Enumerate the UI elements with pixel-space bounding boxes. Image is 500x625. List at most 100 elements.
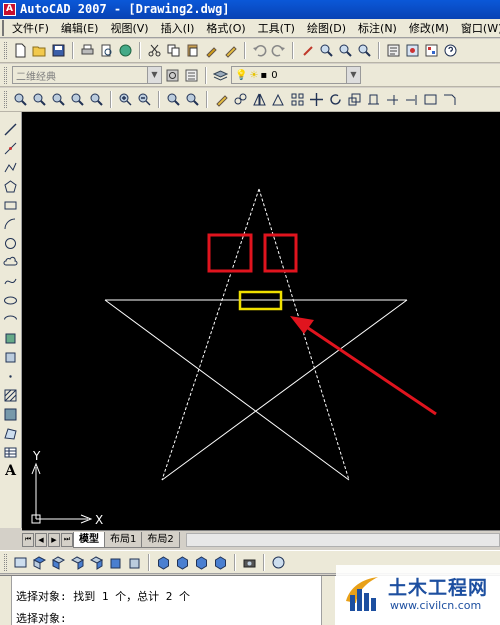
zoom-dynamic-icon[interactable] bbox=[31, 91, 48, 108]
menu-window[interactable]: 窗口(W) bbox=[455, 20, 500, 36]
print-icon[interactable] bbox=[79, 42, 96, 59]
make-block-icon[interactable] bbox=[2, 348, 20, 366]
circle-icon[interactable] bbox=[2, 234, 20, 252]
menu-tools[interactable]: 工具(T) bbox=[252, 20, 301, 36]
layer-properties-icon[interactable] bbox=[212, 67, 229, 84]
copy-object-icon[interactable] bbox=[232, 91, 249, 108]
left-view-icon[interactable] bbox=[69, 554, 86, 571]
bottom-view-icon[interactable] bbox=[50, 554, 67, 571]
array-icon[interactable] bbox=[289, 91, 306, 108]
zoom-extents-icon[interactable] bbox=[184, 91, 201, 108]
spline-icon[interactable] bbox=[2, 272, 20, 290]
toolbar-grip[interactable] bbox=[4, 66, 7, 84]
toolbar-grip[interactable] bbox=[4, 553, 7, 571]
horizontal-scrollbar[interactable] bbox=[185, 532, 500, 547]
redo-icon[interactable] bbox=[270, 42, 287, 59]
toolbar-grip[interactable] bbox=[4, 42, 7, 59]
star-left-to-bottom-right-line[interactable] bbox=[104, 299, 350, 481]
front-view-icon[interactable] bbox=[107, 554, 124, 571]
preview-icon[interactable] bbox=[98, 42, 115, 59]
rotate-icon[interactable] bbox=[327, 91, 344, 108]
last-tab-icon[interactable]: ⏭ bbox=[61, 532, 73, 547]
right-view-icon[interactable] bbox=[88, 554, 105, 571]
save-icon[interactable] bbox=[50, 42, 67, 59]
trim-icon[interactable] bbox=[384, 91, 401, 108]
zoom-realtime-icon[interactable] bbox=[318, 42, 335, 59]
gradient-icon[interactable] bbox=[2, 405, 20, 423]
chevron-down-icon[interactable]: ▼ bbox=[147, 67, 161, 83]
publish-icon[interactable] bbox=[117, 42, 134, 59]
layer-combo[interactable]: 💡 ☀ ▪ 0 ▼ bbox=[231, 66, 361, 84]
workspace-list-icon[interactable] bbox=[183, 67, 200, 84]
break-icon[interactable] bbox=[422, 91, 439, 108]
menu-format[interactable]: 格式(O) bbox=[200, 20, 251, 36]
chamfer-icon[interactable] bbox=[441, 91, 458, 108]
undo-icon[interactable] bbox=[251, 42, 268, 59]
zoom-object-icon[interactable] bbox=[88, 91, 105, 108]
command-vertical-scrollbar[interactable] bbox=[321, 576, 335, 625]
zoom-window-icon[interactable] bbox=[337, 42, 354, 59]
globe-icon[interactable] bbox=[270, 554, 287, 571]
offset-icon[interactable] bbox=[270, 91, 287, 108]
polyline-icon[interactable] bbox=[2, 158, 20, 176]
tab-model[interactable]: 模型 bbox=[73, 531, 105, 548]
help-icon[interactable] bbox=[442, 42, 459, 59]
workspace-settings-icon[interactable] bbox=[164, 67, 181, 84]
design-center-icon[interactable] bbox=[404, 42, 421, 59]
star-top-to-bottom-right-line[interactable] bbox=[258, 188, 350, 481]
rectangle-icon[interactable] bbox=[2, 196, 20, 214]
menu-insert[interactable]: 插入(I) bbox=[155, 20, 201, 36]
insert-block-icon[interactable] bbox=[2, 329, 20, 347]
mirror-icon[interactable] bbox=[251, 91, 268, 108]
tab-layout2[interactable]: 布局2 bbox=[141, 531, 180, 548]
open-icon[interactable] bbox=[31, 42, 48, 59]
table-icon[interactable] bbox=[2, 443, 20, 461]
paste-icon[interactable] bbox=[184, 42, 201, 59]
zoom-window-icon[interactable] bbox=[12, 91, 29, 108]
named-views-icon[interactable] bbox=[12, 554, 29, 571]
chevron-down-icon[interactable]: ▼ bbox=[346, 67, 360, 83]
menu-edit[interactable]: 编辑(E) bbox=[55, 20, 105, 36]
command-prompt[interactable]: 选择对象: bbox=[16, 610, 67, 625]
pan-icon[interactable] bbox=[299, 42, 316, 59]
tab-layout1[interactable]: 布局1 bbox=[104, 531, 143, 548]
zoom-out-icon[interactable] bbox=[136, 91, 153, 108]
ne-isometric-icon[interactable] bbox=[193, 554, 210, 571]
next-tab-icon[interactable]: ▶ bbox=[48, 532, 60, 547]
menu-modify[interactable]: 修改(M) bbox=[403, 20, 455, 36]
stretch-icon[interactable] bbox=[365, 91, 382, 108]
cut-icon[interactable] bbox=[146, 42, 163, 59]
zoom-previous-icon[interactable] bbox=[356, 42, 373, 59]
zoom-all-icon[interactable] bbox=[165, 91, 182, 108]
construction-line-icon[interactable] bbox=[2, 139, 20, 157]
line-icon[interactable] bbox=[2, 120, 20, 138]
extend-icon[interactable] bbox=[403, 91, 420, 108]
menu-file[interactable]: 文件(F) bbox=[6, 20, 55, 36]
polygon-icon[interactable] bbox=[2, 177, 20, 195]
hatch-icon[interactable] bbox=[2, 386, 20, 404]
star-top-to-bottom-left-line[interactable] bbox=[161, 188, 260, 481]
se-isometric-icon[interactable] bbox=[174, 554, 191, 571]
first-tab-icon[interactable]: ⏮ bbox=[22, 532, 34, 547]
copy-icon[interactable] bbox=[165, 42, 182, 59]
tool-palettes-icon[interactable] bbox=[423, 42, 440, 59]
workspace-combo[interactable]: 二维经典 ▼ bbox=[12, 66, 162, 84]
nw-isometric-icon[interactable] bbox=[212, 554, 229, 571]
zoom-center-icon[interactable] bbox=[69, 91, 86, 108]
command-window-grip[interactable] bbox=[0, 576, 12, 625]
sw-isometric-icon[interactable] bbox=[155, 554, 172, 571]
scale-icon[interactable] bbox=[346, 91, 363, 108]
autocad-app-icon[interactable]: A bbox=[3, 3, 16, 16]
new-icon[interactable] bbox=[12, 42, 29, 59]
ellipse-arc-icon[interactable] bbox=[2, 310, 20, 328]
star-right-to-bottom-left-line[interactable] bbox=[161, 299, 408, 481]
back-view-icon[interactable] bbox=[126, 554, 143, 571]
match-properties-icon[interactable] bbox=[203, 42, 220, 59]
ellipse-icon[interactable] bbox=[2, 291, 20, 309]
zoom-in-icon[interactable] bbox=[117, 91, 134, 108]
zoom-scale-icon[interactable] bbox=[50, 91, 67, 108]
top-view-icon[interactable] bbox=[31, 554, 48, 571]
erase-icon[interactable] bbox=[213, 91, 230, 108]
region-icon[interactable] bbox=[2, 424, 20, 442]
move-icon[interactable] bbox=[308, 91, 325, 108]
